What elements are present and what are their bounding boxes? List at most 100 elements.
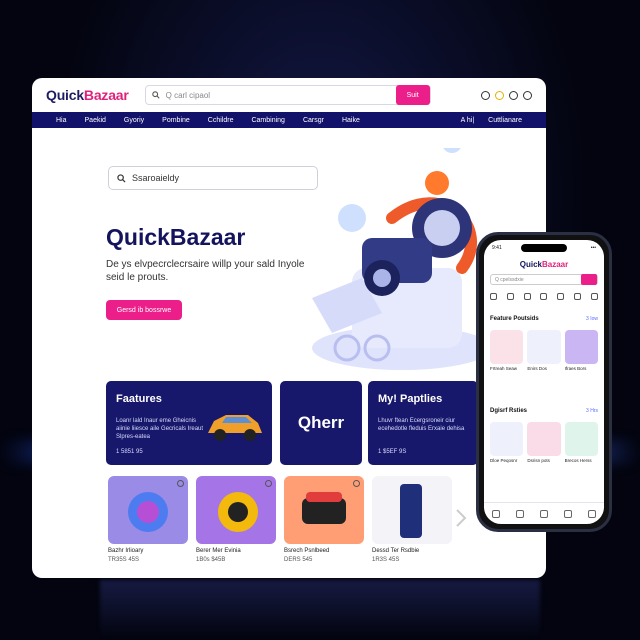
nav-right-item[interactable]: A hi| xyxy=(461,117,475,124)
phone-product-card[interactable]: Dloe Peqosnr xyxy=(490,422,524,463)
product-card[interactable]: Dessd Ter Rsdbie 1R3S 45S xyxy=(372,476,452,563)
nav-item[interactable]: Pombine xyxy=(162,117,190,124)
phone-tab-bar xyxy=(484,502,604,524)
phone-product-row: Dloe Peqosnr Dsrisn pots Brecos Herss xyxy=(490,422,598,463)
product-card[interactable]: Bazhr Irlioary TR35S 45S xyxy=(108,476,188,563)
lightbulb-icon[interactable] xyxy=(495,90,504,100)
phone-search-field[interactable]: Q cpelssdxie xyxy=(490,274,598,285)
user-icon[interactable] xyxy=(481,90,490,100)
nav-item[interactable]: Haike xyxy=(342,117,360,124)
favorite-icon[interactable] xyxy=(177,480,184,487)
phone-product-row: Frtreah Seaw Enirs Dos Ifraes Bors xyxy=(490,330,598,371)
product-image xyxy=(196,476,276,544)
product-price: 1B0s $45B xyxy=(196,557,226,563)
hero-search-field[interactable]: Ssaroaieldy xyxy=(108,166,318,190)
favorite-icon[interactable] xyxy=(353,480,360,487)
help-icon[interactable] xyxy=(523,90,532,100)
phone-section-title: Dgisrf Rsties xyxy=(490,408,528,414)
product-image xyxy=(372,476,452,544)
phone-logo[interactable]: QuickBazaar xyxy=(520,260,568,269)
category-icon[interactable] xyxy=(574,293,582,300)
phone-product-card[interactable]: Frtreah Seaw xyxy=(490,330,524,371)
phone-product-image xyxy=(490,330,524,364)
category-icon[interactable] xyxy=(540,293,548,300)
phone-section-link[interactable]: 3 Iow xyxy=(586,316,598,322)
category-icon[interactable] xyxy=(506,293,514,300)
wishlist-tab-icon[interactable] xyxy=(564,509,572,518)
product-art xyxy=(218,492,258,532)
hero-illustration xyxy=(312,148,492,370)
hero-search-text: Ssaroaieldy xyxy=(132,173,180,183)
category-icon[interactable] xyxy=(557,293,565,300)
category-icon[interactable] xyxy=(490,293,497,300)
phone-product-card[interactable]: Brecos Herss xyxy=(564,422,598,463)
promo-card-title: Qherr xyxy=(297,413,345,432)
product-card[interactable]: Berer Mer Evinia 1B0s $45B xyxy=(196,476,276,563)
phone-product-card[interactable]: Dsrisn pots xyxy=(527,422,561,463)
nav-item[interactable]: Carsgr xyxy=(303,117,324,124)
phone-product-image xyxy=(490,422,524,456)
product-card[interactable]: Bsrech Psnlbeed DERS 545 xyxy=(284,476,364,563)
category-icon[interactable] xyxy=(523,293,531,300)
product-image xyxy=(108,476,188,544)
phone-product-title: Frtreah Seaw xyxy=(490,366,518,371)
favorite-icon[interactable] xyxy=(265,480,272,487)
product-title: Berer Mer Evinia xyxy=(196,548,241,554)
feature-card-meta: 1 $5EF 9S xyxy=(378,449,407,455)
phone-search-button[interactable] xyxy=(581,274,597,285)
nav-right-item[interactable]: Cuttlianare xyxy=(488,117,522,124)
brand-logo[interactable]: QuickBazaar xyxy=(46,87,129,103)
phone-status-time: 9:41 xyxy=(492,245,502,251)
top-search-field[interactable]: Q carl cipaol Suit xyxy=(144,85,431,105)
feature-card[interactable]: Faatures Loanr lald Inaur eme Gheicnis a… xyxy=(106,381,272,465)
nav-item[interactable]: Paekid xyxy=(85,117,106,124)
cart-tab-icon[interactable] xyxy=(540,509,548,518)
feature-card-title: My! Paptlies xyxy=(378,393,443,405)
feature-card-title: Faatures xyxy=(116,393,162,405)
category-icon[interactable] xyxy=(590,293,598,300)
product-price: DERS 545 xyxy=(284,557,313,563)
profile-tab-icon[interactable] xyxy=(588,509,596,518)
main-nav: Hia Paekid Gyoriy Pombine Cchildre Cambi… xyxy=(32,112,546,128)
nav-item[interactable]: Hia xyxy=(56,117,67,124)
nav-item[interactable]: Cchildre xyxy=(208,117,234,124)
phone-status-bar: 9:41 ••• xyxy=(492,245,596,251)
phone-product-image xyxy=(564,330,598,364)
phone-status-right: ••• xyxy=(590,245,596,251)
top-search-button[interactable]: Suit xyxy=(395,85,430,105)
phone-product-title: Ifraes Bors xyxy=(564,366,587,371)
product-art xyxy=(400,484,422,538)
phone-section-link[interactable]: 3 Hrs xyxy=(586,408,598,414)
phone-category-icons xyxy=(490,293,598,300)
category-tab-icon[interactable] xyxy=(516,509,524,518)
phone-product-image xyxy=(564,422,598,456)
promo-card[interactable]: Qherr xyxy=(280,381,362,465)
home-icon[interactable] xyxy=(492,509,500,518)
top-bar: QuickBazaar Q carl cipaol Suit xyxy=(32,78,546,112)
product-price: TR35S 45S xyxy=(108,557,140,563)
browser-window: QuickBazaar Q carl cipaol Suit Hia Paeki… xyxy=(32,78,546,578)
phone-product-title: Dsrisn pots xyxy=(527,458,550,463)
phone-product-title: Brecos Herss xyxy=(564,458,592,463)
hero-section: Ssaroaieldy QuickBazaar De ys elvpecrcle… xyxy=(32,128,546,416)
feature-card-text: Lhuvr ftean Ecergsroneir ciur ecehedotle… xyxy=(378,418,465,432)
car-image xyxy=(208,415,262,441)
product-title: Bazhr Irlioary xyxy=(108,548,144,554)
phone-search-placeholder: Q cpelssdxie xyxy=(495,276,524,283)
nav-item[interactable]: Gyoriy xyxy=(124,117,144,124)
phone-product-card[interactable]: Enirs Dos xyxy=(527,330,561,371)
product-title: Bsrech Psnlbeed xyxy=(284,548,330,554)
phone-product-title: Dloe Peqosnr xyxy=(490,458,518,463)
top-icons xyxy=(481,90,532,100)
phone-product-card[interactable]: Ifraes Bors xyxy=(564,330,598,371)
chevron-right-icon[interactable] xyxy=(454,508,468,528)
nav-item[interactable]: Cambining xyxy=(251,117,284,124)
phone-header: QuickBazaar xyxy=(490,260,598,269)
hero-cta-button[interactable]: Gersd ib bossrwe xyxy=(106,300,182,320)
search-icon xyxy=(117,173,126,183)
cart-icon[interactable] xyxy=(509,90,518,100)
hero-subtitle: De ys elvpecrclecrsaire willp your sald … xyxy=(106,259,305,283)
feature-card[interactable]: My! Paptlies Lhuvr ftean Ecergsroneir ci… xyxy=(368,381,478,465)
product-title: Dessd Ter Rsdbie xyxy=(372,548,420,554)
search-icon xyxy=(151,91,160,99)
